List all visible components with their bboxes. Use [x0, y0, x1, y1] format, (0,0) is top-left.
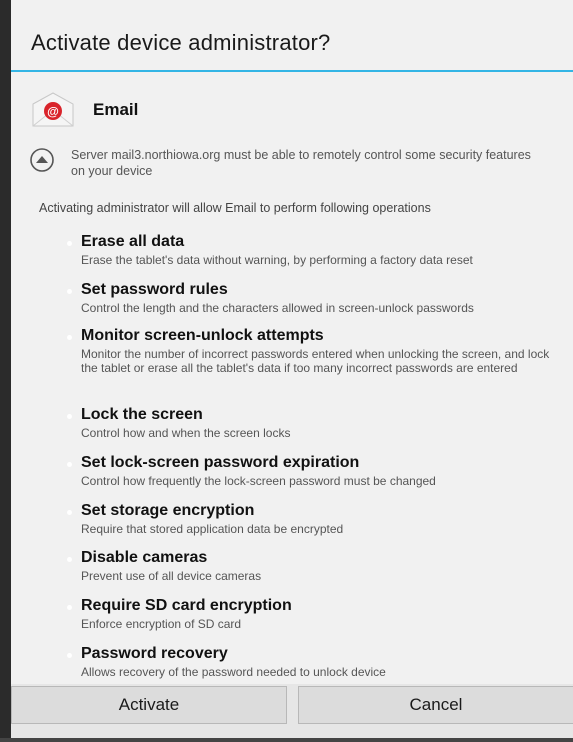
permission-title: Password recovery [81, 645, 228, 662]
permission-description: Monitor the number of incorrect password… [81, 347, 550, 375]
permission-description: Enforce encryption of SD card [81, 617, 242, 631]
permission-description: Control how and when the screen locks [81, 426, 291, 440]
bullet-icon [67, 289, 72, 294]
title-divider [11, 70, 573, 72]
permission-title: Set password rules [81, 281, 228, 298]
bullet-icon [67, 335, 72, 340]
permission-title: Set lock-screen password expiration [81, 454, 360, 471]
permission-description: Allows recovery of the password needed t… [81, 665, 386, 679]
activate-button[interactable]: Activate [11, 686, 287, 724]
permission-title: Require SD card encryption [81, 597, 292, 614]
permission-title: Monitor screen-unlock attempts [81, 327, 324, 344]
bullet-icon [67, 414, 72, 419]
permission-description: Control the length and the characters al… [81, 301, 474, 315]
button-bar: Activate Cancel [11, 684, 573, 742]
bullet-icon [67, 241, 72, 246]
bottom-strip [0, 738, 573, 742]
dialog-titlebar: Activate device administrator? [11, 0, 573, 72]
permission-description: Control how frequently the lock-screen p… [81, 474, 436, 488]
device-admin-dialog: Activate device administrator? @ Email S… [11, 0, 573, 742]
svg-text:@: @ [47, 105, 59, 119]
bullet-icon [67, 557, 72, 562]
app-name: Email [93, 100, 139, 119]
permission-title: Set storage encryption [81, 502, 255, 519]
email-app-icon: @ [32, 92, 74, 127]
permission-title: Disable cameras [81, 549, 208, 566]
server-notice: Server mail3.northiowa.org must be able … [71, 148, 531, 178]
permission-description: Prevent use of all device cameras [81, 569, 262, 583]
permission-description: Require that stored application data be … [81, 522, 344, 536]
bullet-icon [67, 653, 72, 658]
bullet-icon [67, 462, 72, 467]
bullet-icon [67, 510, 72, 515]
permission-title: Lock the screen [81, 406, 203, 423]
permission-description: Erase the tablet's data without warning,… [81, 253, 473, 267]
bullet-icon [67, 605, 72, 610]
permission-title: Erase all data [81, 233, 185, 250]
intro-text: Activating administrator will allow Emai… [39, 201, 431, 215]
cancel-button[interactable]: Cancel [298, 686, 573, 724]
up-arrow-circle-icon [30, 148, 54, 172]
dialog-title: Activate device administrator? [31, 30, 331, 55]
